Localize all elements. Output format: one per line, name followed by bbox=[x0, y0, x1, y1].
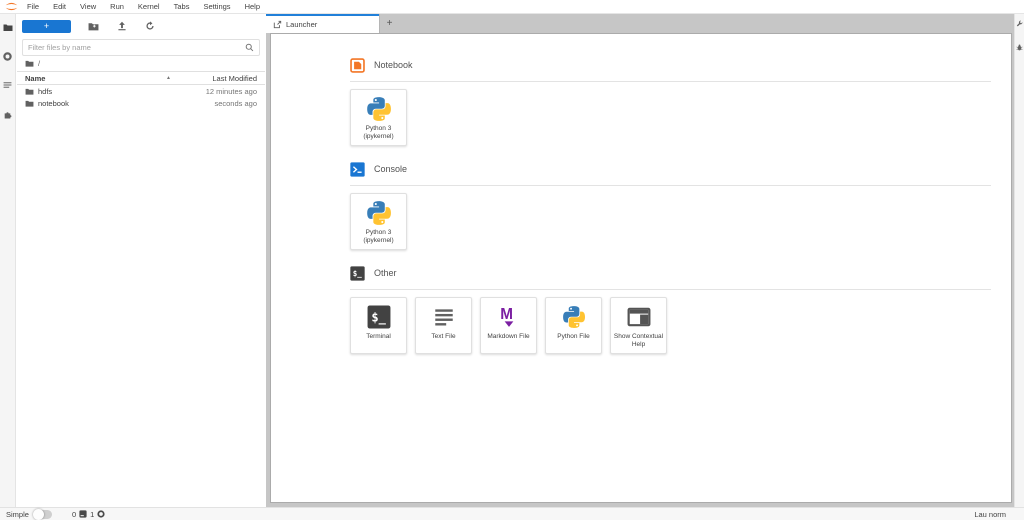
file-row-hdfs[interactable]: hdfs 12 minutes ago bbox=[17, 85, 265, 97]
launcher-tab-icon bbox=[273, 20, 282, 29]
file-browser-icon[interactable] bbox=[3, 22, 13, 32]
contextual-help-icon bbox=[626, 304, 652, 330]
python-logo-icon bbox=[561, 304, 587, 330]
status-bar: Simple 0 1 Lau norm bbox=[0, 507, 1024, 520]
menu-view[interactable]: View bbox=[73, 0, 103, 13]
breadcrumb[interactable]: / bbox=[17, 56, 265, 71]
filter-files-input[interactable] bbox=[28, 43, 245, 52]
terminals-count: 0 bbox=[72, 510, 76, 519]
menu-file[interactable]: File bbox=[20, 0, 46, 13]
launcher-card-terminal[interactable]: $_ Terminal bbox=[350, 297, 407, 354]
menu-kernel[interactable]: Kernel bbox=[131, 0, 167, 13]
jupyter-logo-icon bbox=[3, 1, 20, 12]
refresh-icon[interactable] bbox=[144, 21, 155, 32]
launcher-panel: Notebook Python 3 (ipyke bbox=[270, 33, 1012, 503]
file-row-notebook[interactable]: notebook seconds ago bbox=[17, 97, 265, 109]
launcher-card-contextual-help[interactable]: Show Contextual Help bbox=[610, 297, 667, 354]
search-icon bbox=[245, 43, 254, 52]
new-folder-icon[interactable] bbox=[88, 21, 99, 32]
text-file-icon bbox=[431, 304, 457, 330]
folder-icon bbox=[25, 100, 34, 107]
file-name: notebook bbox=[38, 99, 69, 108]
sort-ascending-icon[interactable]: ▲ bbox=[166, 75, 171, 81]
launcher-card-text-file[interactable]: Text File bbox=[415, 297, 472, 354]
add-tab-button[interactable]: + bbox=[379, 14, 399, 33]
filter-box bbox=[22, 39, 260, 56]
section-title: Other bbox=[374, 268, 397, 278]
simple-mode-label: Simple bbox=[6, 510, 29, 519]
tab-bar: Launcher + bbox=[266, 14, 1014, 33]
svg-text:$_: $_ bbox=[353, 269, 363, 278]
right-sidebar bbox=[1014, 14, 1024, 507]
svg-text:$_: $_ bbox=[371, 310, 386, 325]
column-last-modified[interactable]: Last Modified bbox=[185, 74, 257, 83]
notebook-icon bbox=[350, 58, 365, 73]
python-logo-icon bbox=[366, 96, 392, 122]
home-folder-icon bbox=[25, 60, 34, 67]
svg-text:M: M bbox=[500, 306, 513, 323]
kernel-mini-icon bbox=[97, 510, 105, 518]
terminal-icon: $_ bbox=[366, 304, 392, 330]
section-console: Console Python 3 (ipyker bbox=[350, 161, 991, 250]
left-sidebar bbox=[0, 14, 16, 507]
section-other: $_ Other $_ bbox=[350, 265, 991, 354]
running-sessions-status[interactable]: 0 1 bbox=[72, 510, 105, 519]
section-title: Notebook bbox=[374, 60, 413, 70]
section-notebook: Notebook Python 3 (ipyke bbox=[350, 57, 991, 146]
running-sessions-icon[interactable] bbox=[3, 51, 13, 61]
file-browser-panel: + bbox=[17, 14, 265, 507]
simple-mode-toggle[interactable] bbox=[34, 510, 52, 519]
file-name: hdfs bbox=[38, 87, 52, 96]
menu-edit[interactable]: Edit bbox=[46, 0, 73, 13]
file-modified: 12 minutes ago bbox=[206, 87, 257, 96]
menu-bar: File Edit View Run Kernel Tabs Settings … bbox=[0, 0, 1024, 14]
breadcrumb-root[interactable]: / bbox=[38, 59, 40, 68]
file-browser-toolbar: + bbox=[17, 14, 265, 38]
kernel-subname: (ipykernel) bbox=[363, 133, 393, 141]
statusbar-right-text: Lau norm bbox=[974, 510, 1006, 519]
file-list-header: Name ▲ Last Modified bbox=[17, 71, 265, 85]
markdown-icon: M bbox=[496, 304, 522, 330]
debugger-icon[interactable] bbox=[1016, 44, 1023, 51]
kernel-name: Python 3 bbox=[364, 229, 394, 237]
tab-label: Launcher bbox=[286, 20, 317, 29]
extension-manager-icon[interactable] bbox=[3, 109, 13, 119]
launcher-card-python-file[interactable]: Python File bbox=[545, 297, 602, 354]
terminal-mini-icon bbox=[79, 510, 87, 518]
kernel-subname: (ipykernel) bbox=[363, 237, 393, 245]
property-inspector-icon[interactable] bbox=[1016, 20, 1023, 27]
column-name[interactable]: Name ▲ bbox=[25, 74, 185, 83]
console-icon bbox=[350, 162, 365, 177]
tab-launcher[interactable]: Launcher bbox=[266, 14, 379, 33]
table-of-contents-icon[interactable] bbox=[3, 80, 13, 90]
python-logo-icon bbox=[366, 200, 392, 226]
launcher-card-markdown-file[interactable]: M Markdown File bbox=[480, 297, 537, 354]
kernels-count: 1 bbox=[90, 510, 94, 519]
menu-tabs[interactable]: Tabs bbox=[167, 0, 197, 13]
menu-settings[interactable]: Settings bbox=[196, 0, 237, 13]
launcher-card-console-python3[interactable]: Python 3 (ipykernel) bbox=[350, 193, 407, 250]
menu-run[interactable]: Run bbox=[103, 0, 131, 13]
file-modified: seconds ago bbox=[214, 99, 257, 108]
terminal-icon: $_ bbox=[350, 266, 365, 281]
upload-icon[interactable] bbox=[116, 21, 127, 32]
new-launcher-button[interactable]: + bbox=[22, 20, 71, 33]
folder-icon bbox=[25, 88, 34, 95]
menu-help[interactable]: Help bbox=[238, 0, 267, 13]
jupyterlab-window: File Edit View Run Kernel Tabs Settings … bbox=[0, 0, 1024, 520]
section-title: Console bbox=[374, 164, 407, 174]
dock-panel: Launcher + Notebook bbox=[266, 14, 1014, 507]
kernel-name: Python 3 bbox=[364, 125, 394, 133]
launcher-card-notebook-python3[interactable]: Python 3 (ipykernel) bbox=[350, 89, 407, 146]
